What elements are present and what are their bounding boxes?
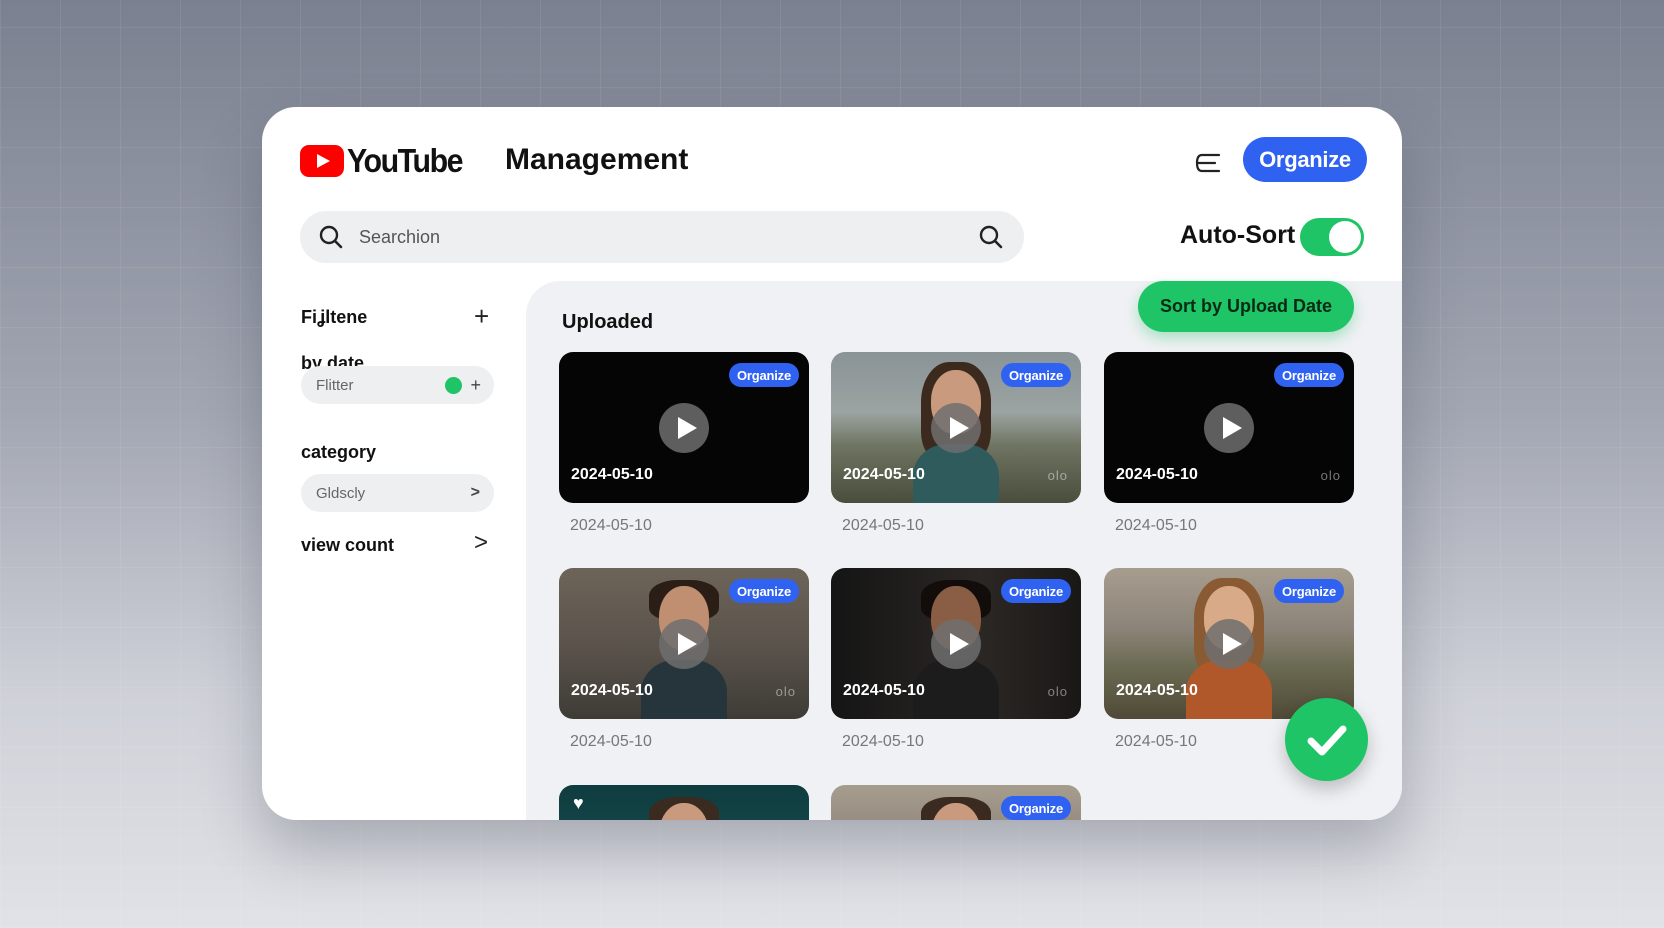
organize-badge[interactable]: Organize: [728, 363, 799, 387]
thumbnail-date: 2024-05-10: [1116, 682, 1198, 699]
video-thumbnail[interactable]: Organize 2024-05-10 olo: [1104, 352, 1354, 503]
management-card: YouTube Management Organize Auto-Sort Fi…: [262, 107, 1402, 820]
person-image: [913, 795, 999, 820]
check-icon: [1307, 725, 1347, 756]
video-thumbnail[interactable]: Organize 2024-05-10 olo: [831, 352, 1081, 503]
video-thumbnail[interactable]: Organize 2024-05-10: [1104, 568, 1354, 719]
toggle-knob: [1329, 221, 1361, 253]
page-title: Management: [505, 143, 689, 176]
video-date: 2024-05-10: [842, 517, 924, 534]
play-icon[interactable]: [931, 619, 981, 669]
organize-badge[interactable]: Organize: [1273, 363, 1344, 387]
video-date: 2024-05-10: [1115, 517, 1197, 534]
thumbnail-date: 2024-05-10: [1116, 466, 1198, 483]
play-icon[interactable]: [1204, 403, 1254, 453]
organize-badge[interactable]: Organize: [1273, 579, 1344, 603]
video-date: 2024-05-10: [570, 517, 652, 534]
youtube-logo[interactable]: YouTube: [300, 142, 472, 180]
logo-text: YouTube: [347, 142, 464, 179]
thumbnail-meta: olo: [1047, 468, 1068, 483]
sort-by-upload-date-button[interactable]: Sort by Upload Date: [1138, 281, 1354, 332]
chevron-right-icon: >: [470, 484, 480, 501]
filters-title: Fiʝltene: [301, 307, 368, 327]
organize-badge[interactable]: Organize: [728, 579, 799, 603]
play-icon[interactable]: [931, 403, 981, 453]
thumbnail-date: 2024-05-10: [843, 466, 925, 483]
thumbnail-date: 2024-05-10: [571, 682, 653, 699]
organize-badge[interactable]: Organize: [1000, 796, 1071, 820]
play-icon[interactable]: [659, 619, 709, 669]
view-count-label[interactable]: view count: [301, 535, 394, 556]
search-submit-icon[interactable]: [977, 223, 1005, 251]
chevron-right-icon[interactable]: >: [474, 529, 488, 557]
video-thumbnail[interactable]: ♥: [559, 785, 809, 820]
video-date: 2024-05-10: [570, 733, 652, 750]
person-image: [641, 795, 727, 820]
video-card[interactable]: Organize 2024-05-10 olo 2024-05-10: [831, 352, 1081, 535]
search-input[interactable]: [357, 225, 951, 249]
video-card[interactable]: Organize 2024-05-10 olo 2024-05-10: [831, 568, 1081, 751]
category-filter-text: Gldscly: [316, 484, 366, 502]
video-card[interactable]: Organize: [831, 785, 1081, 820]
thumbnail-date: 2024-05-10: [843, 682, 925, 699]
video-thumbnail[interactable]: Organize: [831, 785, 1081, 820]
video-card[interactable]: ♥: [559, 785, 809, 820]
thumbnail-date: 2024-05-10: [571, 466, 653, 483]
search-icon: [319, 225, 343, 249]
video-card[interactable]: Organize 2024-05-10 olo 2024-05-10: [559, 568, 809, 751]
play-icon[interactable]: [659, 403, 709, 453]
date-filter-pill[interactable]: Flitter +: [301, 366, 494, 404]
thumbnail-meta: olo: [1047, 684, 1068, 699]
category-filter-pill[interactable]: Gldscly >: [301, 474, 494, 512]
video-date: 2024-05-10: [842, 733, 924, 750]
auto-sort-label: Auto-Sort: [1180, 221, 1296, 249]
video-thumbnail[interactable]: Organize 2024-05-10: [559, 352, 809, 503]
organize-badge[interactable]: Organize: [1000, 363, 1071, 387]
category-label: category: [301, 442, 377, 462]
add-filter-icon[interactable]: +: [474, 303, 489, 329]
organize-badge[interactable]: Organize: [1000, 579, 1071, 603]
status-dot-icon: [445, 376, 463, 394]
plus-icon[interactable]: +: [470, 375, 481, 396]
video-thumbnail[interactable]: Organize 2024-05-10 olo: [559, 568, 809, 719]
date-filter-text: Flitter: [316, 376, 354, 394]
video-card[interactable]: Organize 2024-05-10 2024-05-10: [559, 352, 809, 535]
auto-sort-toggle[interactable]: [1300, 218, 1364, 256]
video-thumbnail[interactable]: Organize 2024-05-10 olo: [831, 568, 1081, 719]
youtube-play-logo-icon: [300, 145, 344, 177]
heart-icon[interactable]: ♥: [573, 793, 584, 814]
search-bar[interactable]: [300, 211, 1024, 263]
section-title: Uploaded: [562, 311, 654, 333]
uploaded-panel: Uploaded Sort by Upload Date Organize 20…: [526, 281, 1402, 820]
video-card[interactable]: Organize 2024-05-10 olo 2024-05-10: [1104, 352, 1354, 535]
thumbnail-meta: olo: [775, 684, 796, 699]
menu-icon[interactable]: [1193, 148, 1223, 178]
organize-button[interactable]: Organize: [1243, 137, 1367, 182]
thumbnail-meta: olo: [1320, 468, 1341, 483]
confirm-button[interactable]: [1285, 698, 1368, 781]
play-icon[interactable]: [1204, 619, 1254, 669]
